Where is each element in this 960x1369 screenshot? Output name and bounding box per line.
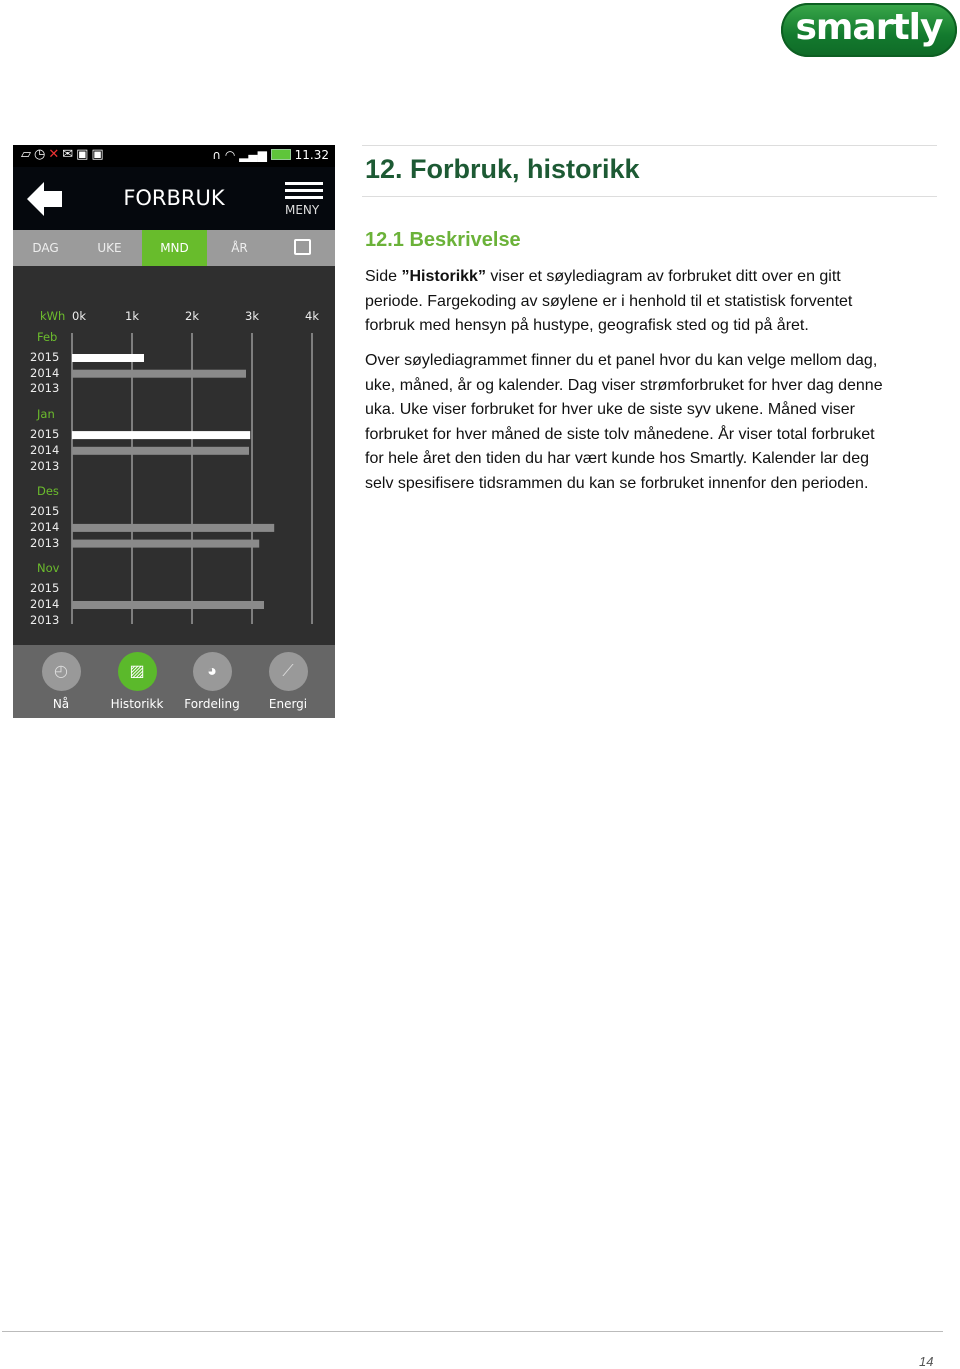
year-label: 2015 [30, 504, 60, 519]
year-label: 2013 [30, 612, 60, 625]
bar-des-2013[interactable] [72, 539, 260, 548]
tab-mnd[interactable]: MND [142, 230, 207, 266]
month-label: Des [37, 484, 59, 499]
battery-icon [270, 149, 291, 160]
nav-historikk[interactable]: ▨ Historikk [99, 652, 175, 711]
year-label: 2013 [30, 458, 60, 473]
month-label: Jan [37, 407, 55, 422]
hamburger-line [285, 189, 323, 192]
divider [362, 145, 937, 146]
status-right: ∩ ◠ ▂▄▆ 11.32 [212, 148, 329, 162]
bottom-nav: ◴ Nå ▨ Historikk ◕ Fordeling ⟋ Energi [13, 645, 335, 718]
hamburger-line [285, 196, 323, 199]
pie-icon: ◕ [192, 652, 232, 691]
section-heading: 12. Forbruk, historikk [365, 154, 640, 184]
paragraph-1: Side ”Historikk” viser et søylediagram a… [365, 265, 852, 339]
phone-screenshot: ▱◷✕✉▣▣ ∩ ◠ ▂▄▆ 11.32 FORBRUK MENY DAG UK… [13, 145, 335, 718]
stopwatch-icon: ◴ [41, 652, 81, 691]
month-label: Feb [37, 330, 58, 344]
year-label: 2015 [30, 427, 60, 442]
bar-des-2014[interactable] [72, 523, 275, 532]
year-label: 2013 [30, 381, 60, 396]
nav-energi[interactable]: ⟋ Energi [250, 652, 326, 711]
text-line: Side ”Historikk” viser et søylediagram a… [365, 265, 852, 290]
nav-label: Historikk [110, 697, 164, 711]
text-line: forbruket for hver måned de siste tolv m… [365, 425, 875, 443]
chart-icon: ▨ [117, 652, 157, 691]
chart-svg [71, 333, 313, 624]
bar-feb-2014[interactable] [72, 369, 246, 378]
consumption-chart: kWh 0k 1k 2k 3k 4k Feb 2015 2014 2013 Jan 2015 2014… [13, 266, 335, 625]
notification-icons: ▱◷✕✉▣▣ [21, 147, 107, 162]
text-line: selv spesifisere tidsrammen du kan se fo… [365, 474, 869, 492]
paragraph-2: Over søylediagrammet finner du et panel … [365, 349, 883, 496]
year-label: 2015 [30, 581, 60, 596]
text-line: uka. Uke viser forbruket for hver uke de… [365, 401, 855, 418]
nav-label: Nå [52, 697, 70, 711]
smartly-logo: smartly [781, 3, 957, 57]
bar-jan-2014[interactable] [72, 446, 249, 455]
x-tick-label: 1k [125, 309, 139, 323]
page-number: 14 [919, 1354, 934, 1369]
nav-label: Energi [268, 697, 308, 711]
year-label: 2014 [30, 597, 60, 611]
year-label: 2014 [30, 519, 60, 534]
text: Side [365, 268, 402, 285]
signal-icon: ▂▄▆ [239, 148, 267, 162]
x-tick-label: 3k [245, 309, 259, 323]
text-line: forbruk med hensyn på hustype, geografis… [365, 317, 809, 334]
text-line: Over søylediagrammet finner du et panel … [365, 352, 878, 369]
x-tick-label: 4k [305, 309, 319, 323]
bar-nov-2014[interactable] [72, 601, 264, 609]
text-line: for hele året den tiden du har vært kund… [365, 450, 869, 467]
tab-dag[interactable]: DAG [13, 230, 78, 266]
bold-term: ”Historikk” [401, 268, 486, 285]
year-label: 2015 [30, 350, 60, 364]
x-tick-label: 2k [185, 309, 199, 323]
year-label: 2014 [30, 442, 60, 457]
nav-na[interactable]: ◴ Nå [23, 652, 99, 711]
bar-jan-2015[interactable] [72, 431, 251, 440]
tab-uke[interactable]: UKE [77, 230, 142, 266]
menu-label: MENY [285, 203, 320, 217]
year-label: 2014 [30, 365, 60, 380]
footer-divider [2, 1331, 943, 1332]
nav-fordeling[interactable]: ◕ Fordeling [174, 652, 250, 711]
divider [362, 196, 937, 197]
bar-feb-2015[interactable] [72, 354, 144, 362]
hamburger-icon [285, 182, 323, 185]
calendar-icon[interactable] [294, 239, 311, 255]
text-line: uke, måned, år og kalender. Dag viser st… [365, 376, 883, 394]
text: viser et søylediagram av forbruket ditt … [485, 268, 841, 285]
status-bar: ▱◷✕✉▣▣ ∩ ◠ ▂▄▆ 11.32 [13, 145, 335, 167]
subsection-heading: 12.1 Beskrivelse [365, 229, 521, 251]
headset-icon: ∩ [212, 148, 221, 162]
wifi-icon: ◠ [224, 148, 236, 162]
logo-text: smartly [795, 7, 943, 48]
year-label: 2013 [30, 535, 60, 550]
period-tabs: DAG UKE MND ÅR [13, 230, 335, 266]
clock: 11.32 [294, 148, 329, 162]
x-tick-label: 0k [72, 309, 86, 323]
tab-ar[interactable]: ÅR [207, 230, 272, 266]
line-chart-icon: ⟋ [268, 652, 308, 691]
text-line: periode. Fargekoding av søylene er i hen… [365, 292, 853, 310]
month-label: Nov [37, 561, 60, 576]
menu-button[interactable]: MENY [285, 182, 325, 217]
app-header: FORBRUK MENY [13, 167, 335, 230]
nav-label: Fordeling [184, 697, 240, 711]
